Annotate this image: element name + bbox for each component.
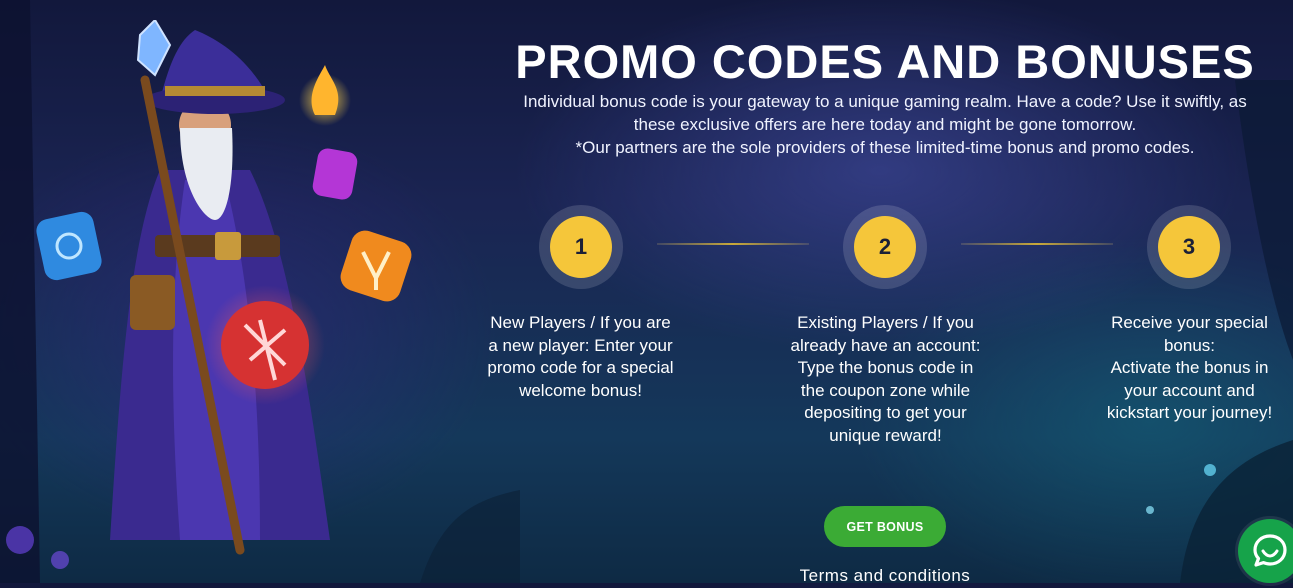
step-1-badge: 1 <box>539 205 623 289</box>
step-text-line: already have an account: <box>790 335 981 355</box>
step-3-description: Receive your special bonus: Activate the… <box>1082 312 1293 425</box>
step-text-line: your account and <box>1124 380 1255 400</box>
live-chat-button[interactable] <box>1238 519 1293 583</box>
step-text-line: Type the bonus code in <box>797 358 974 377</box>
step-connector <box>657 243 809 245</box>
wizard-illustration <box>36 20 412 555</box>
step-text-line: Receive your special <box>1111 313 1268 332</box>
step-number: 2 <box>854 216 916 278</box>
step-text-line: Existing Players / If you <box>797 313 974 332</box>
steps-section: 1 New Players / If you are a new player:… <box>470 205 1293 465</box>
step-text-line: bonus: <box>1163 335 1216 355</box>
subtitle-line: these exclusive offers are here today an… <box>633 115 1137 134</box>
step-3-badge: 3 <box>1147 205 1231 289</box>
step-text-line: welcome bonus! <box>519 380 642 400</box>
step-text-line: New Players / If you are <box>490 313 671 332</box>
step-text-line: the coupon zone while <box>800 380 971 400</box>
step-2-description: Existing Players / If you already have a… <box>778 312 993 447</box>
get-bonus-button[interactable]: GET BONUS <box>824 506 946 547</box>
terms-and-conditions-link[interactable]: Terms and conditions <box>760 566 1010 586</box>
step-text-line: kickstart your journey! <box>1106 403 1273 422</box>
step-text-line: promo code for a special <box>487 358 674 377</box>
step-text-line: Activate the bonus in <box>1110 358 1269 377</box>
step-number: 1 <box>550 216 612 278</box>
red-rune-stone <box>205 285 325 405</box>
step-connector <box>961 243 1113 245</box>
page-subtitle: Individual bonus code is your gateway to… <box>490 90 1280 159</box>
subtitle-line: Individual bonus code is your gateway to… <box>523 92 1247 111</box>
chat-bubble-icon <box>1253 534 1287 567</box>
step-1-description: New Players / If you are a new player: E… <box>473 312 688 402</box>
blue-rune-stone <box>36 211 102 281</box>
step-text-line: unique reward! <box>829 425 942 445</box>
purple-rune-stone <box>312 148 358 200</box>
step-text-line: depositing to get your <box>804 403 967 422</box>
step-2-badge: 2 <box>843 205 927 289</box>
step-text-line: a new player: Enter your <box>488 335 673 355</box>
page-title: PROMO CODES AND BONUSES <box>515 35 1255 88</box>
step-number: 3 <box>1158 216 1220 278</box>
subtitle-line: *Our partners are the sole providers of … <box>575 138 1195 157</box>
orange-rune-stone <box>340 230 412 302</box>
